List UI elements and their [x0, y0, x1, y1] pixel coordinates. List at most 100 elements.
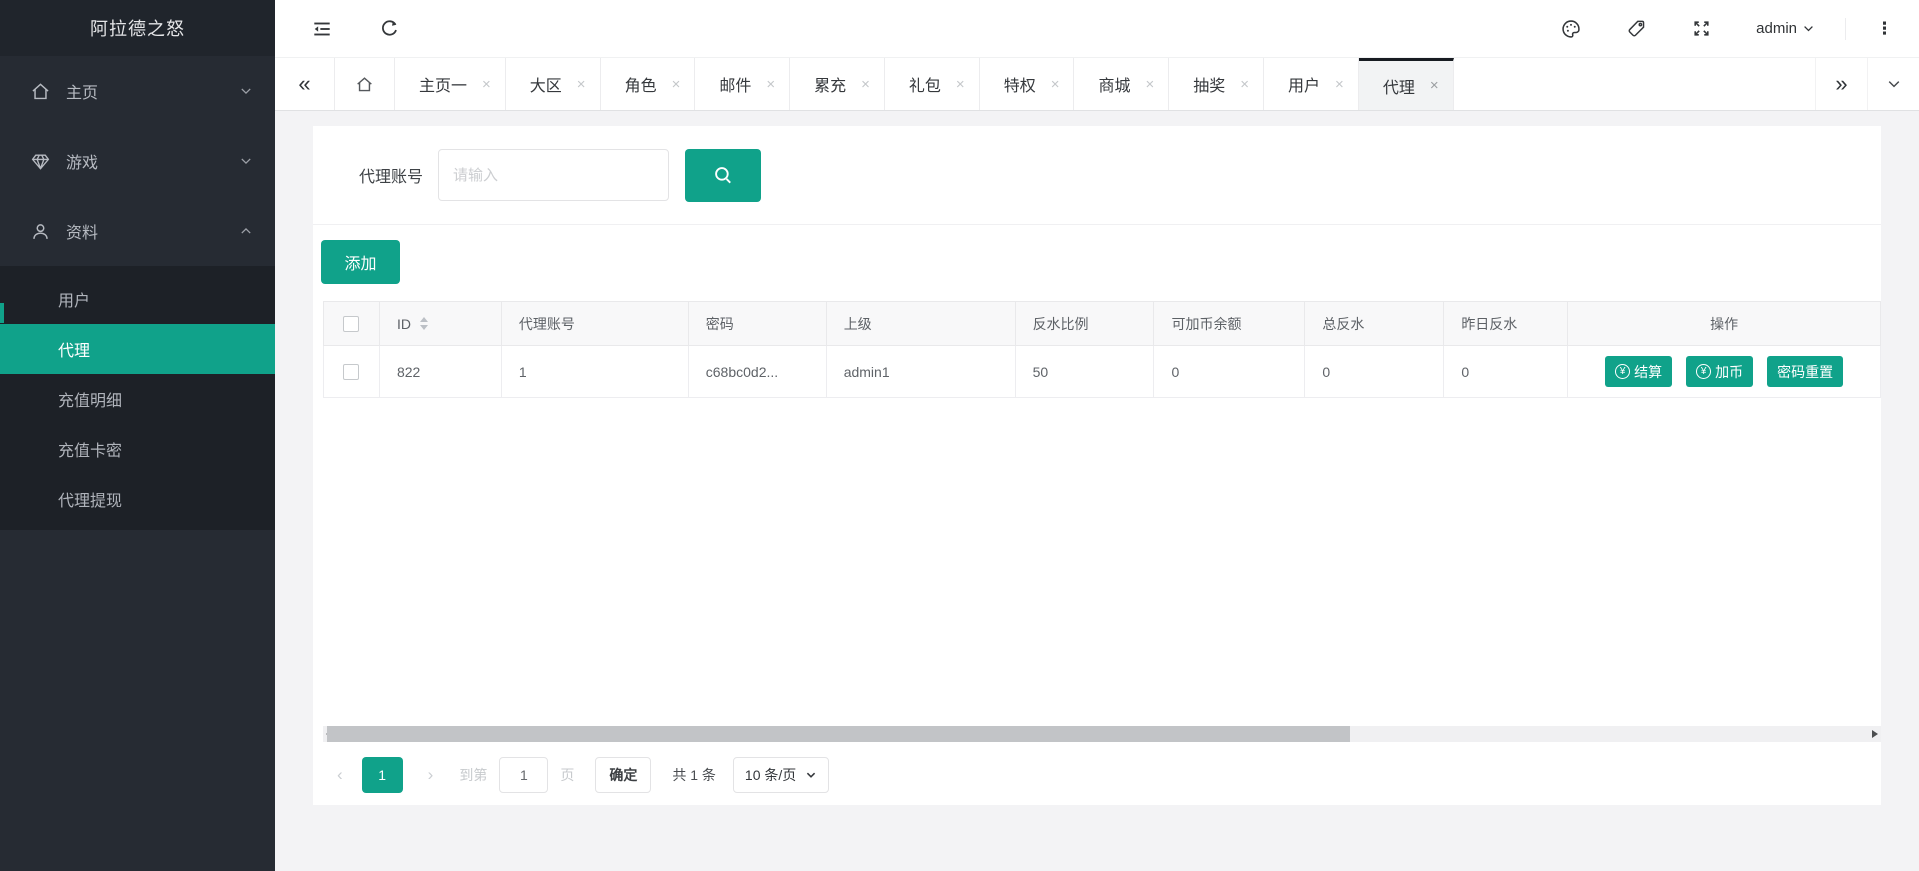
tab-label: 角色	[625, 72, 657, 96]
add-button[interactable]: 添加	[321, 240, 400, 284]
tab-label: 礼包	[909, 72, 941, 96]
tab-label: 特权	[1004, 72, 1036, 96]
tab-item[interactable]: 商城 ×	[1074, 58, 1169, 110]
column-header: 总反水	[1305, 302, 1444, 345]
close-tab-icon[interactable]: ×	[956, 76, 965, 93]
sidebar-subitem-agent-withdraw[interactable]: 代理提现	[0, 474, 275, 524]
sidebar-item-label: 游戏	[66, 149, 98, 173]
column-header: 操作	[1568, 302, 1881, 345]
close-tab-icon[interactable]: ×	[1430, 77, 1439, 94]
sidebar-subitem-users[interactable]: 用户	[0, 274, 275, 324]
sidebar-submenu: 用户代理充值明细充值卡密代理提现	[0, 266, 275, 530]
fullscreen-icon[interactable]	[1691, 18, 1712, 39]
column-header: 可加币余额	[1154, 302, 1305, 345]
refresh-icon[interactable]	[379, 18, 400, 39]
sidebar-item-home[interactable]: 主页	[0, 56, 275, 126]
close-tab-icon[interactable]: ×	[672, 76, 681, 93]
column-header: 上级	[827, 302, 1016, 345]
column-header-label: 操作	[1710, 314, 1738, 334]
palette-icon[interactable]	[1560, 18, 1582, 40]
tab-item[interactable]: 特权 ×	[980, 58, 1075, 110]
sidebar-subitem-agent[interactable]: 代理	[0, 324, 275, 374]
tab-label: 大区	[530, 72, 562, 96]
scrollbar-thumb[interactable]	[327, 726, 1350, 742]
more-vertical-icon[interactable]: ⋮	[1876, 19, 1893, 39]
close-tab-icon[interactable]: ×	[482, 76, 491, 93]
close-tab-icon[interactable]: ×	[1335, 76, 1344, 93]
close-tab-icon[interactable]: ×	[1240, 76, 1249, 93]
sidebar: 阿拉德之怒 主页游戏资料用户代理充值明细充值卡密代理提现	[0, 0, 275, 871]
tab-menu-chevron-icon[interactable]	[1867, 58, 1919, 110]
page-number-input[interactable]	[499, 757, 548, 793]
tab-label: 主页一	[419, 72, 467, 96]
sidebar-item-label: 资料	[66, 219, 98, 243]
confirm-page-button[interactable]: 确定	[595, 757, 651, 793]
close-tab-icon[interactable]: ×	[1145, 76, 1154, 93]
sidebar-item-game[interactable]: 游戏	[0, 126, 275, 196]
sidebar-subitem-recharge-card[interactable]: 充值卡密	[0, 424, 275, 474]
expand-tabs-icon[interactable]: »	[1815, 58, 1867, 110]
page-unit-label: 页	[560, 765, 574, 785]
collapse-tabs-icon[interactable]: «	[275, 58, 335, 110]
select-all-header	[324, 302, 380, 345]
add-coin-button[interactable]: ¥加币	[1686, 356, 1753, 387]
total-count-label: 共 1 条	[672, 765, 716, 785]
search-form: 代理账号	[313, 126, 1881, 225]
tab-item[interactable]: 用户×	[1264, 58, 1359, 110]
tab-item[interactable]: 角色 ×	[601, 58, 696, 110]
settle-button[interactable]: ¥结算	[1605, 356, 1672, 387]
sidebar-subitem-label: 充值卡密	[58, 437, 122, 461]
content-area: 代理账号 添加 ID代理账号密码上级反水比例可加币余额总反水昨日反水操作 822…	[275, 111, 1919, 871]
search-input[interactable]	[438, 149, 669, 201]
table-cell: 0	[1154, 346, 1305, 397]
table-cell: 1	[502, 346, 689, 397]
sidebar-subitem-recharge-detail[interactable]: 充值明细	[0, 374, 275, 424]
chevron-down-icon	[239, 84, 253, 98]
tab-label: 商城	[1098, 72, 1130, 96]
chevron-up-icon	[239, 224, 253, 238]
close-tab-icon[interactable]: ×	[861, 76, 870, 93]
sidebar-subitem-label: 代理提现	[58, 487, 122, 511]
sidebar-subitem-label: 充值明细	[58, 387, 122, 411]
tab-item[interactable]: 抽奖×	[1169, 58, 1264, 110]
column-header-label: 反水比例	[1033, 314, 1089, 334]
menu-toggle-icon[interactable]	[311, 18, 333, 40]
home-tab-icon[interactable]	[335, 58, 395, 110]
close-tab-icon[interactable]: ×	[766, 76, 775, 93]
tab-item[interactable]: 代理×	[1359, 58, 1454, 110]
current-page-button[interactable]: 1	[362, 757, 403, 793]
sidebar-item-label: 主页	[66, 79, 98, 103]
horizontal-scrollbar[interactable]	[323, 726, 1881, 742]
column-header: 代理账号	[502, 302, 689, 345]
scroll-right-arrow-icon[interactable]	[1872, 730, 1878, 738]
tab-list: 主页一×大区×角色×邮件×累充×礼包×特权×商城×抽奖×用户×代理×	[395, 58, 1454, 110]
sidebar-subitem-label: 用户	[58, 287, 90, 311]
page-size-select[interactable]: 10 条/页	[733, 757, 829, 793]
tag-icon[interactable]	[1626, 18, 1647, 39]
admin-menu[interactable]: admin	[1756, 20, 1815, 37]
tab-item[interactable]: 累充×	[790, 58, 885, 110]
search-button[interactable]	[685, 149, 761, 202]
close-tab-icon[interactable]: ×	[577, 76, 586, 93]
search-label: 代理账号	[359, 163, 423, 187]
table-cell: admin1	[827, 346, 1016, 397]
prev-page-icon[interactable]: ‹	[329, 765, 351, 785]
sort-icon[interactable]	[420, 317, 428, 330]
close-tab-icon[interactable]: ×	[1051, 76, 1060, 93]
main-card: 代理账号 添加 ID代理账号密码上级反水比例可加币余额总反水昨日反水操作 822…	[313, 126, 1881, 805]
sidebar-subitem-label: 代理	[58, 337, 90, 361]
tab-item[interactable]: 主页一 ×	[395, 58, 506, 110]
sidebar-item-profile[interactable]: 资料	[0, 196, 275, 266]
table-cell: c68bc0d2...	[689, 346, 827, 397]
column-header-label: 昨日反水	[1461, 314, 1517, 334]
tabbar-right: »	[1815, 58, 1919, 110]
tab-item[interactable]: 邮件×	[695, 58, 790, 110]
reset-password-button[interactable]: 密码重置	[1767, 356, 1843, 387]
tab-item[interactable]: 大区 ×	[506, 58, 601, 110]
select-all-checkbox[interactable]	[343, 316, 359, 332]
tab-item[interactable]: 礼包 ×	[885, 58, 980, 110]
table-cell: 0	[1305, 346, 1444, 397]
next-page-icon[interactable]: ›	[420, 765, 442, 785]
row-checkbox[interactable]	[343, 364, 359, 380]
goto-page-label: 到第	[459, 765, 487, 785]
